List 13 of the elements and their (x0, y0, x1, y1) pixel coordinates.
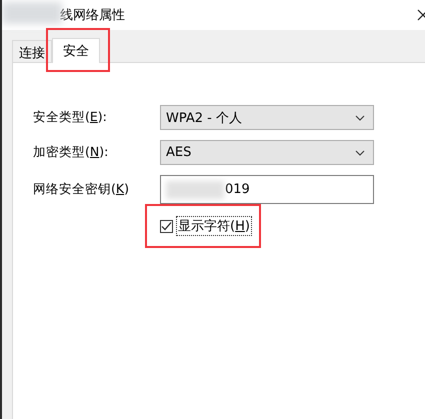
window-title: 线网络属性 (60, 7, 125, 24)
chevron-down-icon (355, 150, 365, 156)
field-label: 加密类型(N): (33, 144, 110, 161)
field-label: 网络安全密钥(K) (33, 181, 130, 198)
dropdown[interactable]: WPA2 - 个人 (160, 105, 374, 130)
chevron-down-icon (355, 114, 365, 120)
field-label: 安全类型(E): (33, 109, 108, 126)
dropdown[interactable]: AES (160, 140, 374, 165)
input-field[interactable]: 019 (160, 175, 374, 204)
tab[interactable]: 连接 (12, 40, 52, 62)
tab[interactable]: 安全 (52, 38, 100, 63)
checkbox-label[interactable]: 显示字符(H) (176, 216, 252, 236)
checkbox[interactable] (160, 220, 173, 232)
